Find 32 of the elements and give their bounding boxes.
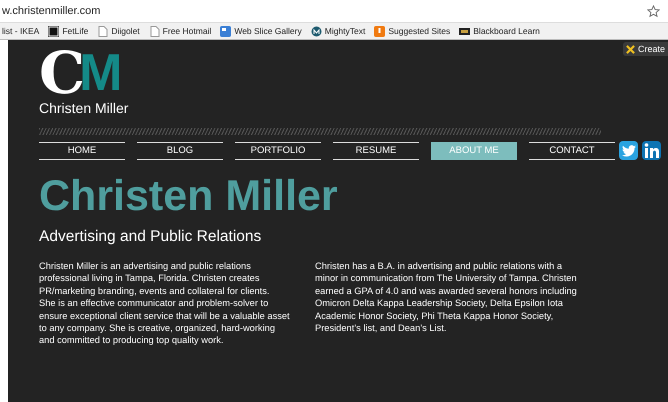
cross-icon <box>626 44 635 54</box>
bookmark[interactable]: Free Hotmail <box>148 26 212 36</box>
paragraph: Christen Miller is an advertising and public relations professional living in Tampa, Florida. Christen creates PR/marketing branding, events and collateral for clients. She is an effective communicator and problem-solver to ensure exceptional client service that will be a valuable asset to any company. She is creative, organized, hard-working and committed to producing top quality work. <box>39 260 291 347</box>
page-icon <box>148 26 160 36</box>
bookmark[interactable]: MightyText <box>310 26 366 36</box>
bookmark[interactable]: FetLife <box>48 26 88 36</box>
page-icon <box>97 26 108 36</box>
bookmark[interactable]: Blackboard Learn <box>459 26 540 36</box>
bookmark[interactable]: Suggested Sites <box>374 26 450 36</box>
address-text[interactable]: w.christenmiller.com <box>0 5 100 17</box>
nav-link[interactable]: PORTFOLIO <box>235 142 321 160</box>
logo-name: Christen Miller <box>39 100 128 116</box>
page-subheading: Advertising and Public Relations <box>39 228 262 246</box>
logo-drawing[interactable]: CM <box>39 48 120 98</box>
m-logo-icon <box>310 26 322 36</box>
extension-button[interactable]: Create <box>622 42 668 56</box>
suggest-icon <box>374 26 386 36</box>
linkedin-icon[interactable] <box>642 141 661 160</box>
logo-icon <box>48 26 60 36</box>
bookmark[interactable]: Web Slice Gallery <box>220 26 302 36</box>
bookmark[interactable]: list - IKEA <box>2 26 40 36</box>
nav-link[interactable]: BLOG <box>137 142 223 160</box>
nav-link[interactable]: CONTACT <box>529 142 615 160</box>
nav-link[interactable]: RESUME <box>333 142 419 160</box>
twitter-icon[interactable] <box>619 141 638 160</box>
page-heading: Christen Miller <box>39 173 338 219</box>
nav-link[interactable]: HOME <box>39 142 125 160</box>
bookmark[interactable]: Diigolet <box>97 26 140 36</box>
paragraph: Christen has a B.A. in advertising and public relations with a minor in communication from The University of Tampa. Christen earned a GPA of 4.0 and was awarded several honors including Omicron Delta Kappa Leadership Society, Delta Epsilon Iota Academic Honor Society, Phi Theta Kappa Honor Society, President’s list, and Dean’s List. <box>315 260 578 336</box>
star-icon[interactable] <box>647 4 660 18</box>
window-icon <box>220 26 232 36</box>
board-icon <box>459 26 470 36</box>
